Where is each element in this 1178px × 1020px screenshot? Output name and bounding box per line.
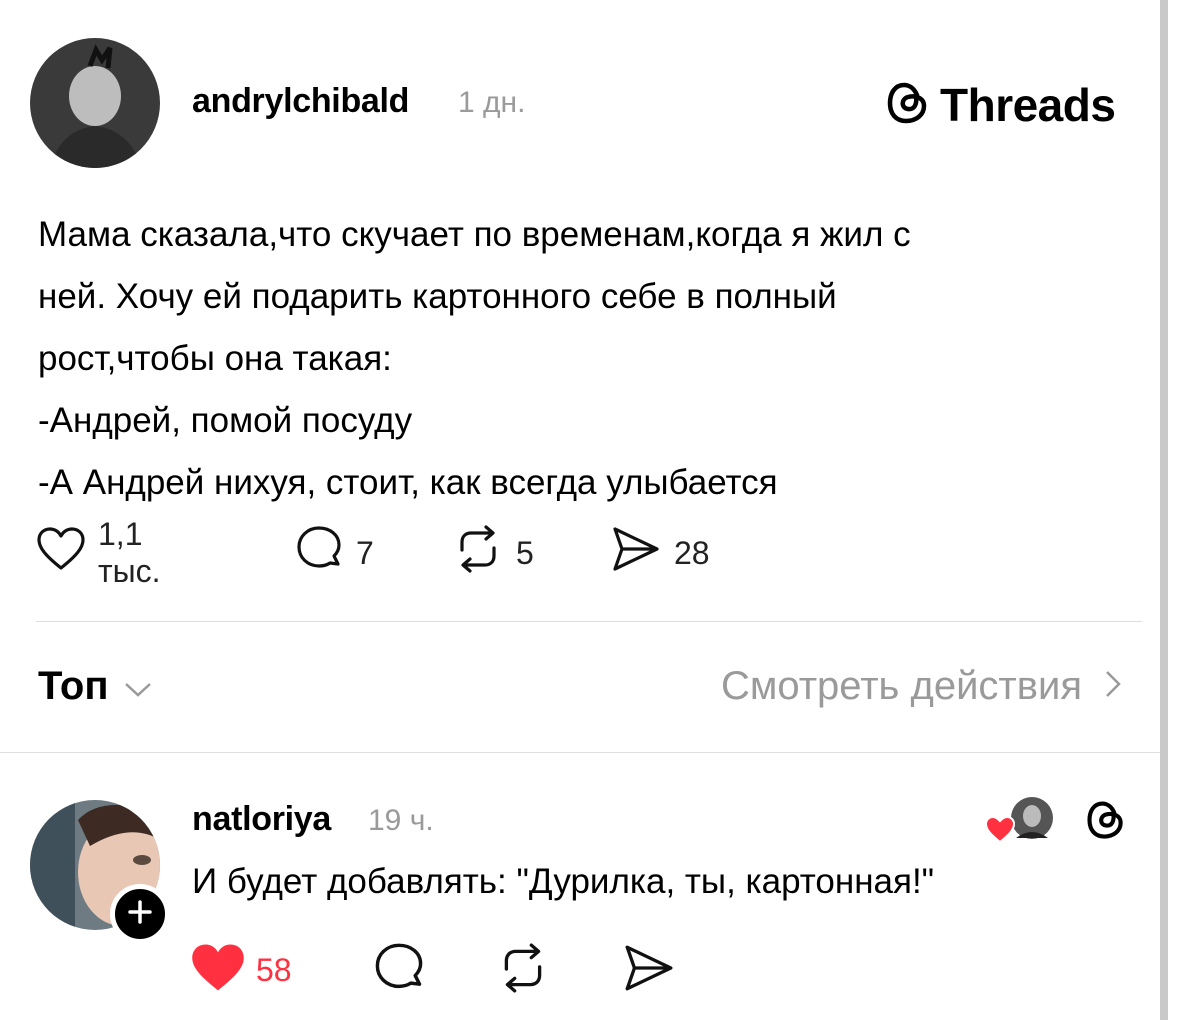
reply-button[interactable]: 7 [294, 526, 374, 578]
sort-dropdown[interactable]: Топ [38, 664, 153, 709]
threads-logo-icon [884, 79, 932, 132]
reply-like-count: 58 [256, 951, 292, 988]
repost-icon [452, 524, 504, 582]
heart-icon [36, 526, 86, 580]
comment-icon [294, 524, 344, 582]
threads-wordmark: Threads [940, 79, 1116, 131]
view-activity-link[interactable]: Смотреть действия [721, 664, 1122, 709]
threads-brand: Threads [884, 78, 1116, 132]
post-body: Мама сказала,что скучает по временам,ког… [38, 204, 1118, 514]
divider [0, 752, 1160, 753]
reply-count: 7 [356, 534, 374, 571]
like-button[interactable]: 1,1 тыс. [36, 516, 161, 589]
comment-icon [372, 941, 426, 1000]
reply-like-button[interactable]: 58 [190, 942, 292, 998]
post-line: ней. Хочу ей подарить картонного себе в … [38, 277, 837, 316]
reply-body: И будет добавлять: "Дурилка, ты, картонн… [192, 862, 935, 901]
share-icon [610, 524, 662, 582]
repost-button[interactable]: 5 [452, 525, 534, 578]
share-count: 28 [674, 534, 710, 571]
view-activity-label: Смотреть действия [720, 664, 1082, 708]
author-avatar[interactable] [30, 38, 160, 168]
threads-reply-icon[interactable] [1084, 798, 1128, 847]
repost-count: 5 [516, 534, 534, 571]
chevron-right-icon [1104, 664, 1122, 709]
share-button[interactable]: 28 [610, 527, 710, 578]
follow-button[interactable] [110, 884, 170, 944]
like-count: 1,1 тыс. [98, 516, 161, 589]
chevron-down-icon [123, 664, 153, 709]
reply-time: 19 ч. [368, 804, 434, 837]
post-time: 1 дн. [458, 86, 526, 119]
post-line: Мама сказала,что скучает по временам,ког… [38, 215, 911, 254]
author-username[interactable]: andrylchibald [192, 82, 409, 121]
reply-username[interactable]: natloriya [192, 800, 331, 839]
plus-icon [127, 899, 153, 930]
share-icon [622, 941, 676, 1000]
scrollbar[interactable] [1160, 0, 1168, 1020]
post-line: -Андрей, помой посуду [38, 401, 413, 440]
post-line: рост,чтобы она такая: [38, 339, 392, 378]
reply-repost-button[interactable] [496, 942, 550, 998]
sort-label: Топ [38, 664, 109, 708]
heart-icon [190, 942, 246, 999]
reply-comment-button[interactable] [372, 942, 426, 998]
post-line: -А Андрей нихуя, стоит, как всегда улыба… [38, 463, 778, 502]
reply-share-button[interactable] [622, 942, 676, 998]
repost-icon [496, 941, 550, 1000]
author-liked-indicator [984, 796, 1056, 848]
divider [36, 621, 1142, 622]
